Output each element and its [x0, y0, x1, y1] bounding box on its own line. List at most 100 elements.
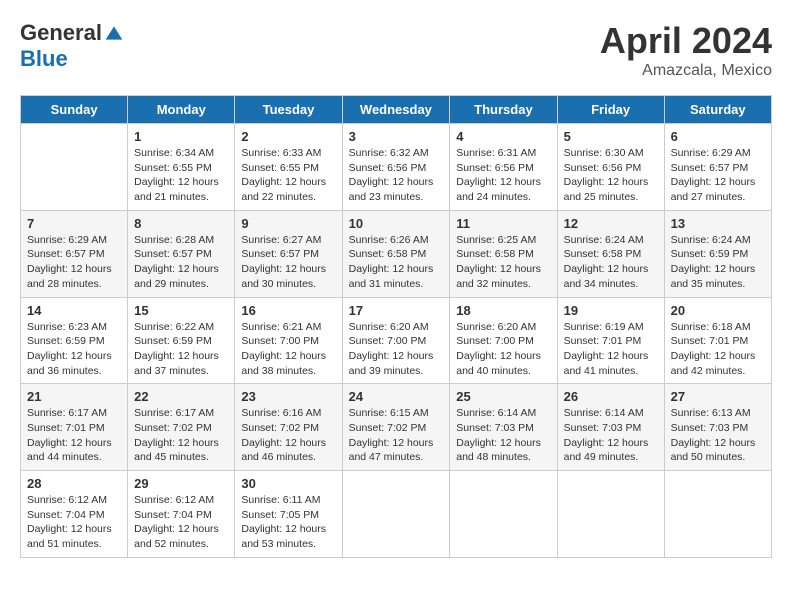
day-info: Sunrise: 6:25 AMSunset: 6:58 PMDaylight:… — [456, 233, 550, 292]
day-number: 16 — [241, 303, 335, 318]
calendar-cell: 7 Sunrise: 6:29 AMSunset: 6:57 PMDaylight… — [21, 210, 128, 297]
calendar-cell: 14 Sunrise: 6:23 AMSunset: 6:59 PMDayligh… — [21, 297, 128, 384]
calendar-cell: 26 Sunrise: 6:14 AMSunset: 7:03 PMDayligh… — [557, 384, 664, 471]
calendar-cell: 9 Sunrise: 6:27 AMSunset: 6:57 PMDaylight… — [235, 210, 342, 297]
day-info: Sunrise: 6:18 AMSunset: 7:01 PMDaylight:… — [671, 320, 765, 379]
day-info: Sunrise: 6:30 AMSunset: 6:56 PMDaylight:… — [564, 146, 658, 205]
day-number: 19 — [564, 303, 658, 318]
day-number: 29 — [134, 476, 228, 491]
day-number: 4 — [456, 129, 550, 144]
col-friday: Friday — [557, 96, 664, 124]
day-number: 23 — [241, 389, 335, 404]
calendar-cell: 21 Sunrise: 6:17 AMSunset: 7:01 PMDayligh… — [21, 384, 128, 471]
day-info: Sunrise: 6:20 AMSunset: 7:00 PMDaylight:… — [456, 320, 550, 379]
page-header: General Blue April 2024 Amazcala, Mexico — [20, 20, 772, 80]
col-wednesday: Wednesday — [342, 96, 450, 124]
calendar-cell: 2Sunrise: 6:33 AMSunset: 6:55 PMDaylight… — [235, 124, 342, 211]
day-number: 24 — [349, 389, 444, 404]
calendar-cell: 19 Sunrise: 6:19 AMSunset: 7:01 PMDayligh… — [557, 297, 664, 384]
calendar-cell: 10 Sunrise: 6:26 AMSunset: 6:58 PMDayligh… — [342, 210, 450, 297]
day-info: Sunrise: 6:24 AMSunset: 6:58 PMDaylight:… — [564, 233, 658, 292]
calendar-cell: 11 Sunrise: 6:25 AMSunset: 6:58 PMDayligh… — [450, 210, 557, 297]
day-number: 3 — [349, 129, 444, 144]
calendar-cell: 30Sunrise: 6:11 AMSunset: 7:05 PMDayligh… — [235, 471, 342, 558]
day-number: 17 — [349, 303, 444, 318]
day-info: Sunrise: 6:17 AMSunset: 7:02 PMDaylight:… — [134, 406, 228, 465]
logo-general-text: General — [20, 20, 102, 46]
day-number: 22 — [134, 389, 228, 404]
calendar-cell: 17 Sunrise: 6:20 AMSunset: 7:00 PMDayligh… — [342, 297, 450, 384]
day-info: Sunrise: 6:11 AMSunset: 7:05 PMDaylight:… — [241, 493, 335, 552]
day-number: 7 — [27, 216, 121, 231]
day-info: Sunrise: 6:21 AMSunset: 7:00 PMDaylight:… — [241, 320, 335, 379]
day-info: Sunrise: 6:22 AMSunset: 6:59 PMDaylight:… — [134, 320, 228, 379]
day-number: 1 — [134, 129, 228, 144]
calendar-week-0: 1 Sunrise: 6:34 AMSunset: 6:55 PMDaylight… — [21, 124, 772, 211]
calendar-cell — [664, 471, 771, 558]
day-info: Sunrise: 6:29 AMSunset: 6:57 PMDaylight:… — [671, 146, 765, 205]
day-info: Sunrise: 6:29 AMSunset: 6:57 PMDaylight:… — [27, 233, 121, 292]
day-number: 5 — [564, 129, 658, 144]
calendar-cell: 28Sunrise: 6:12 AMSunset: 7:04 PMDayligh… — [21, 471, 128, 558]
day-number: 14 — [27, 303, 121, 318]
calendar-week-1: 7 Sunrise: 6:29 AMSunset: 6:57 PMDaylight… — [21, 210, 772, 297]
calendar-cell: 18Sunrise: 6:20 AMSunset: 7:00 PMDayligh… — [450, 297, 557, 384]
day-number: 10 — [349, 216, 444, 231]
day-info: Sunrise: 6:14 AMSunset: 7:03 PMDaylight:… — [456, 406, 550, 465]
calendar-cell: 1 Sunrise: 6:34 AMSunset: 6:55 PMDaylight… — [128, 124, 235, 211]
day-info: Sunrise: 6:13 AMSunset: 7:03 PMDaylight:… — [671, 406, 765, 465]
day-number: 12 — [564, 216, 658, 231]
day-info: Sunrise: 6:31 AMSunset: 6:56 PMDaylight:… — [456, 146, 550, 205]
day-number: 21 — [27, 389, 121, 404]
day-info: Sunrise: 6:20 AMSunset: 7:00 PMDaylight:… — [349, 320, 444, 379]
day-number: 8 — [134, 216, 228, 231]
day-info: Sunrise: 6:19 AMSunset: 7:01 PMDaylight:… — [564, 320, 658, 379]
calendar-cell — [21, 124, 128, 211]
day-number: 13 — [671, 216, 765, 231]
day-number: 9 — [241, 216, 335, 231]
calendar-week-3: 21 Sunrise: 6:17 AMSunset: 7:01 PMDayligh… — [21, 384, 772, 471]
day-info: Sunrise: 6:23 AMSunset: 6:59 PMDaylight:… — [27, 320, 121, 379]
calendar-cell: 8 Sunrise: 6:28 AMSunset: 6:57 PMDaylight… — [128, 210, 235, 297]
day-info: Sunrise: 6:12 AMSunset: 7:04 PMDaylight:… — [134, 493, 228, 552]
calendar-cell: 23 Sunrise: 6:16 AMSunset: 7:02 PMDayligh… — [235, 384, 342, 471]
day-info: Sunrise: 6:15 AMSunset: 7:02 PMDaylight:… — [349, 406, 444, 465]
calendar-cell: 5 Sunrise: 6:30 AMSunset: 6:56 PMDaylight… — [557, 124, 664, 211]
calendar-cell: 12 Sunrise: 6:24 AMSunset: 6:58 PMDayligh… — [557, 210, 664, 297]
day-info: Sunrise: 6:17 AMSunset: 7:01 PMDaylight:… — [27, 406, 121, 465]
calendar-cell: 6Sunrise: 6:29 AMSunset: 6:57 PMDaylight… — [664, 124, 771, 211]
calendar-cell: 4 Sunrise: 6:31 AMSunset: 6:56 PMDaylight… — [450, 124, 557, 211]
calendar-cell: 25 Sunrise: 6:14 AMSunset: 7:03 PMDayligh… — [450, 384, 557, 471]
calendar-cell — [450, 471, 557, 558]
calendar-week-2: 14 Sunrise: 6:23 AMSunset: 6:59 PMDayligh… — [21, 297, 772, 384]
month-title: April 2024 — [600, 20, 772, 62]
day-info: Sunrise: 6:27 AMSunset: 6:57 PMDaylight:… — [241, 233, 335, 292]
day-number: 25 — [456, 389, 550, 404]
logo: General Blue — [20, 20, 124, 72]
logo-blue-text: Blue — [20, 46, 68, 72]
title-area: April 2024 Amazcala, Mexico — [600, 20, 772, 80]
day-number: 26 — [564, 389, 658, 404]
calendar-cell: 16 Sunrise: 6:21 AMSunset: 7:00 PMDayligh… — [235, 297, 342, 384]
day-number: 15 — [134, 303, 228, 318]
day-info: Sunrise: 6:24 AMSunset: 6:59 PMDaylight:… — [671, 233, 765, 292]
day-number: 20 — [671, 303, 765, 318]
col-monday: Monday — [128, 96, 235, 124]
day-info: Sunrise: 6:12 AMSunset: 7:04 PMDaylight:… — [27, 493, 121, 552]
day-info: Sunrise: 6:16 AMSunset: 7:02 PMDaylight:… — [241, 406, 335, 465]
calendar-cell: 20 Sunrise: 6:18 AMSunset: 7:01 PMDayligh… — [664, 297, 771, 384]
calendar-cell: 29 Sunrise: 6:12 AMSunset: 7:04 PMDayligh… — [128, 471, 235, 558]
calendar-table: Sunday Monday Tuesday Wednesday Thursday… — [20, 95, 772, 558]
day-number: 2 — [241, 129, 335, 144]
calendar-week-4: 28Sunrise: 6:12 AMSunset: 7:04 PMDayligh… — [21, 471, 772, 558]
day-number: 27 — [671, 389, 765, 404]
calendar-cell: 13 Sunrise: 6:24 AMSunset: 6:59 PMDayligh… — [664, 210, 771, 297]
day-info: Sunrise: 6:26 AMSunset: 6:58 PMDaylight:… — [349, 233, 444, 292]
calendar-cell: 15 Sunrise: 6:22 AMSunset: 6:59 PMDayligh… — [128, 297, 235, 384]
day-info: Sunrise: 6:34 AMSunset: 6:55 PMDaylight:… — [134, 146, 228, 205]
calendar-cell: 22 Sunrise: 6:17 AMSunset: 7:02 PMDayligh… — [128, 384, 235, 471]
day-number: 11 — [456, 216, 550, 231]
col-sunday: Sunday — [21, 96, 128, 124]
day-info: Sunrise: 6:14 AMSunset: 7:03 PMDaylight:… — [564, 406, 658, 465]
day-info: Sunrise: 6:28 AMSunset: 6:57 PMDaylight:… — [134, 233, 228, 292]
